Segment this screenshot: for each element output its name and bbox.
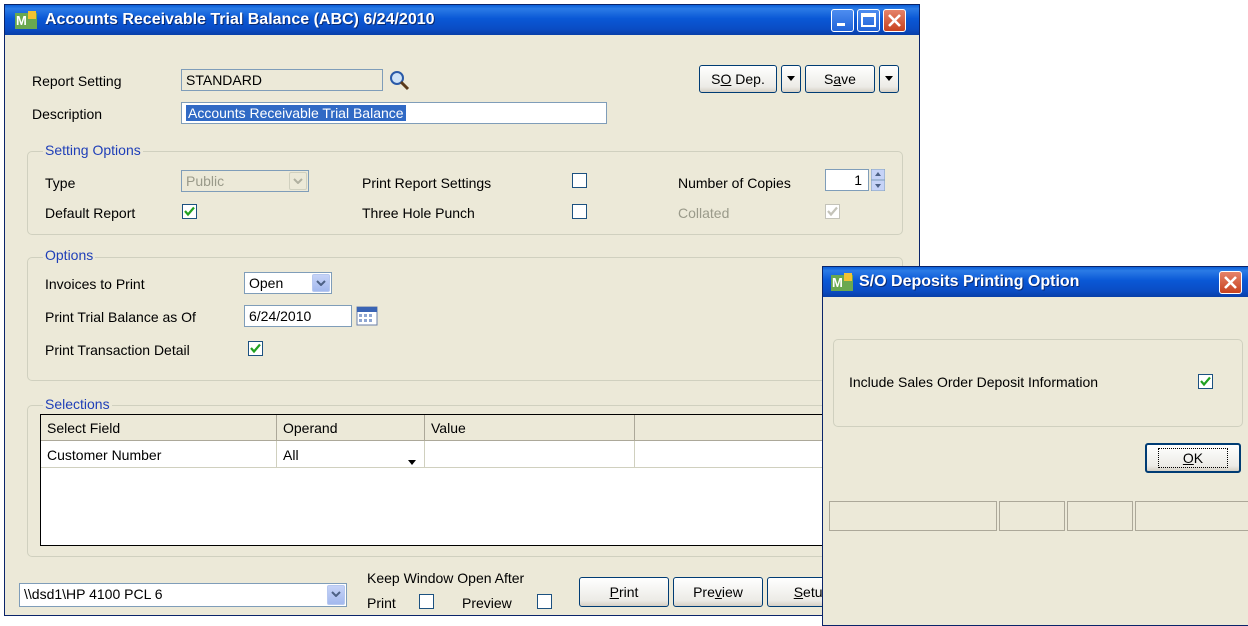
so-dep-dropdown-button[interactable] [781,65,801,93]
svg-text:M: M [832,275,843,290]
preview-button[interactable]: Preview [673,577,763,607]
ok-button[interactable]: OK [1145,443,1241,473]
keep-open-print-label: Print [367,595,396,611]
check-icon [184,206,195,217]
keep-open-preview-label: Preview [462,595,512,611]
app-icon: M [15,11,37,29]
chevron-down-icon [787,76,795,81]
maximize-button[interactable] [857,9,880,32]
print-report-settings-checkbox[interactable] [572,173,587,188]
keep-open-preview-checkbox[interactable] [537,594,552,609]
invoices-to-print-value: Open [249,275,284,291]
print-trial-balance-label: Print Trial Balance as Of [45,309,196,325]
main-window-title: Accounts Receivable Trial Balance (ABC) … [45,11,435,28]
selections-title: Selections [43,396,112,412]
column-header-value[interactable]: Value [425,415,635,441]
include-deposit-checkbox[interactable] [1198,374,1213,389]
check-icon [250,343,261,354]
collated-label: Collated [678,205,730,221]
options-title: Options [43,247,96,263]
type-label: Type [45,175,76,191]
chevron-down-icon[interactable] [408,452,416,468]
check-icon [827,206,838,217]
keep-window-open-label: Keep Window Open After [367,570,525,586]
chevron-down-icon[interactable] [312,274,330,292]
app-icon: M [831,273,853,291]
chevron-down-icon [885,76,893,81]
report-setting-label: Report Setting [32,73,122,89]
calendar-icon[interactable] [356,305,378,330]
type-select: Public [181,170,309,192]
include-deposit-label: Include Sales Order Deposit Information [849,374,1099,390]
print-transaction-detail-checkbox[interactable] [248,341,263,356]
column-header-operand[interactable]: Operand [277,415,425,441]
close-icon[interactable] [1219,271,1242,294]
print-button[interactable]: Print [579,577,669,607]
number-of-copies-label: Number of Copies [678,175,791,191]
keep-open-print-checkbox[interactable] [419,594,434,609]
default-report-checkbox[interactable] [182,204,197,219]
table-row-value[interactable] [425,441,635,468]
chevron-down-icon [289,172,307,190]
number-of-copies-input[interactable]: 1 [825,169,869,191]
main-title-bar[interactable]: M Accounts Receivable Trial Balance (ABC… [5,5,919,35]
printer-value: \\dsd1\HP 4100 PCL 6 [24,586,163,602]
dialog-title-bar[interactable]: M S/O Deposits Printing Option [823,267,1248,297]
copies-spinner[interactable] [870,168,886,192]
save-dropdown-button[interactable] [879,65,899,93]
print-trial-balance-date-value: 6/24/2010 [249,308,312,324]
so-dep-button[interactable]: SO Dep. [699,65,777,93]
status-bar-pane [1067,501,1133,531]
so-deposits-dialog: M S/O Deposits Printing Option Include S… [822,266,1248,626]
status-bar-pane [999,501,1065,531]
selections-grid: Select Field Operand Value Customer Numb… [40,414,890,546]
description-input[interactable]: Accounts Receivable Trial Balance [181,102,607,124]
close-icon[interactable] [883,9,906,32]
description-value: Accounts Receivable Trial Balance [186,105,406,121]
table-row-operand[interactable]: All [277,441,425,468]
print-report-settings-label: Print Report Settings [362,175,492,191]
dialog-title: S/O Deposits Printing Option [859,273,1080,290]
number-of-copies-value: 1 [854,172,862,188]
invoices-to-print-label: Invoices to Print [45,276,145,292]
description-label: Description [32,106,103,122]
setting-options-title: Setting Options [43,142,143,158]
status-bar-pane [829,501,997,531]
printer-select[interactable]: \\dsd1\HP 4100 PCL 6 [19,583,347,607]
check-icon [1200,376,1211,387]
three-hole-punch-label: Three Hole Punch [362,205,475,221]
minimize-button[interactable] [831,9,854,32]
print-trial-balance-date-input[interactable]: 6/24/2010 [244,305,352,327]
invoices-to-print-select[interactable]: Open [244,272,332,294]
save-button[interactable]: Save [805,65,875,93]
default-report-label: Default Report [45,205,136,221]
setting-options-group [27,151,903,235]
type-value: Public [186,173,225,189]
chevron-down-icon[interactable] [327,585,345,605]
report-setting-value: STANDARD [186,72,262,88]
operand-value: All [283,447,299,463]
three-hole-punch-checkbox[interactable] [572,204,587,219]
svg-text:M: M [16,13,27,28]
collated-checkbox [825,204,840,219]
table-row-select-field[interactable]: Customer Number [41,441,277,468]
status-bar-pane [1135,501,1248,531]
magnifier-icon[interactable] [388,69,410,94]
column-header-select-field[interactable]: Select Field [41,415,277,441]
print-transaction-detail-label: Print Transaction Detail [45,342,190,358]
report-setting-field[interactable]: STANDARD [181,69,383,91]
